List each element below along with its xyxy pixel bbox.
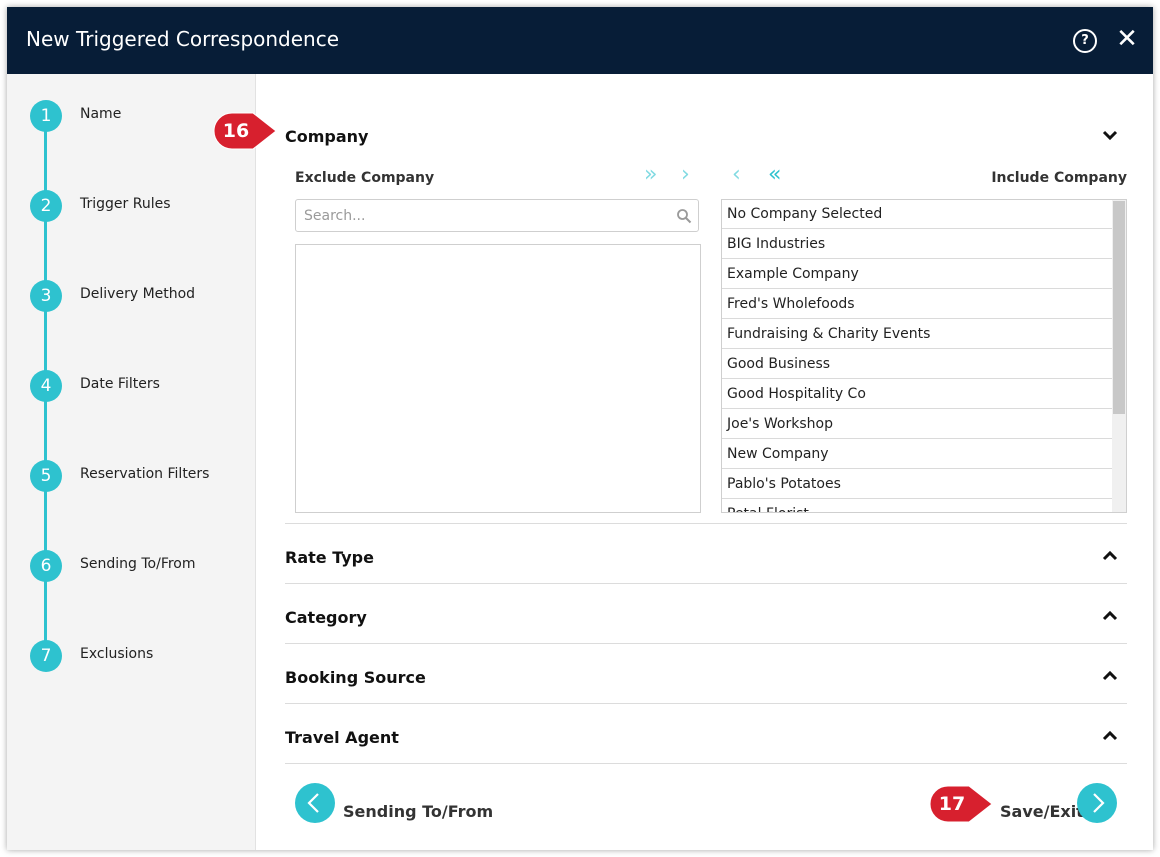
step-number: 7 — [30, 640, 62, 672]
include-company-list[interactable]: No Company Selected BIG Industries Examp… — [721, 199, 1127, 513]
callout-badge-16: 16 — [213, 112, 277, 150]
back-button-label[interactable]: Sending To/From — [343, 802, 493, 821]
main-content: Company Exclude Company Include Company … — [285, 74, 1127, 850]
move-right-icon[interactable]: › — [681, 164, 690, 186]
move-all-left-icon[interactable]: « — [768, 164, 781, 186]
chevron-left-icon — [307, 793, 319, 813]
save-exit-button[interactable] — [1077, 783, 1117, 823]
help-icon[interactable]: ? — [1073, 29, 1097, 53]
chevron-up-icon[interactable] — [1101, 730, 1119, 742]
callout-number: 16 — [222, 120, 250, 142]
wizard-steps: 1 Name 2 Trigger Rules 3 Delivery Method… — [7, 74, 256, 850]
exclude-company-label: Exclude Company — [295, 170, 435, 186]
chevron-up-icon[interactable] — [1101, 670, 1119, 682]
company-search-input[interactable] — [295, 199, 699, 232]
divider — [285, 583, 1127, 584]
step-number: 5 — [30, 460, 62, 492]
booking-source-section-title[interactable]: Booking Source — [285, 668, 426, 687]
list-item[interactable]: Example Company — [722, 260, 1112, 289]
list-item[interactable]: BIG Industries — [722, 230, 1112, 259]
chevron-up-icon[interactable] — [1101, 610, 1119, 622]
list-item[interactable]: Good Business — [722, 350, 1112, 379]
move-all-right-icon[interactable]: » — [644, 164, 657, 186]
list-item[interactable]: Pablo's Potatoes — [722, 470, 1112, 499]
exclude-company-list[interactable] — [295, 244, 701, 513]
list-item[interactable]: Fred's Wholefoods — [722, 290, 1112, 319]
divider — [285, 703, 1127, 704]
step-label: Sending To/From — [80, 556, 196, 572]
step-label: Name — [80, 106, 122, 122]
step-number: 3 — [30, 280, 62, 312]
callout-number: 17 — [938, 793, 966, 815]
list-item[interactable]: Good Hospitality Co — [722, 380, 1112, 409]
divider — [285, 763, 1127, 764]
step-delivery-method[interactable]: 3 Delivery Method — [30, 280, 250, 312]
dialog: New Triggered Correspondence ? ✕ 1 Name … — [7, 7, 1153, 850]
company-section-title[interactable]: Company — [285, 127, 368, 146]
step-label: Trigger Rules — [80, 196, 171, 212]
rate-type-section-title[interactable]: Rate Type — [285, 548, 374, 567]
include-company-label: Include Company — [991, 170, 1127, 186]
step-reservation-filters[interactable]: 5 Reservation Filters — [30, 460, 250, 492]
list-item[interactable]: Petal Florist — [722, 500, 1112, 512]
close-icon[interactable]: ✕ — [1115, 25, 1139, 53]
travel-agent-section-title[interactable]: Travel Agent — [285, 728, 399, 747]
scrollbar-thumb[interactable] — [1113, 201, 1125, 414]
chevron-up-icon[interactable] — [1101, 550, 1119, 562]
search-icon — [677, 209, 692, 224]
callout-badge-17: 17 — [929, 785, 993, 823]
step-number: 1 — [30, 100, 62, 132]
scrollbar[interactable] — [1112, 200, 1126, 512]
dialog-header: New Triggered Correspondence ? ✕ — [7, 7, 1153, 74]
list-item[interactable]: Fundraising & Charity Events — [722, 320, 1112, 349]
step-number: 4 — [30, 370, 62, 402]
step-label: Date Filters — [80, 376, 160, 392]
step-label: Reservation Filters — [80, 466, 210, 482]
step-number: 6 — [30, 550, 62, 582]
step-sending-to-from[interactable]: 6 Sending To/From — [30, 550, 250, 582]
step-number: 2 — [30, 190, 62, 222]
step-label: Exclusions — [80, 646, 154, 662]
list-item[interactable]: Joe's Workshop — [722, 410, 1112, 439]
step-trigger-rules[interactable]: 2 Trigger Rules — [30, 190, 250, 222]
step-date-filters[interactable]: 4 Date Filters — [30, 370, 250, 402]
list-item[interactable]: No Company Selected — [722, 200, 1112, 229]
chevron-down-icon[interactable] — [1101, 129, 1119, 141]
step-label: Delivery Method — [80, 286, 196, 302]
save-exit-label[interactable]: Save/Exit — [1000, 802, 1084, 821]
move-left-icon[interactable]: ‹ — [732, 164, 741, 186]
chevron-right-icon — [1093, 793, 1105, 813]
divider — [285, 643, 1127, 644]
list-item[interactable]: New Company — [722, 440, 1112, 469]
step-exclusions[interactable]: 7 Exclusions — [30, 640, 250, 672]
dialog-title: New Triggered Correspondence — [26, 27, 340, 51]
category-section-title[interactable]: Category — [285, 608, 367, 627]
back-button[interactable] — [295, 783, 335, 823]
divider — [285, 523, 1127, 524]
